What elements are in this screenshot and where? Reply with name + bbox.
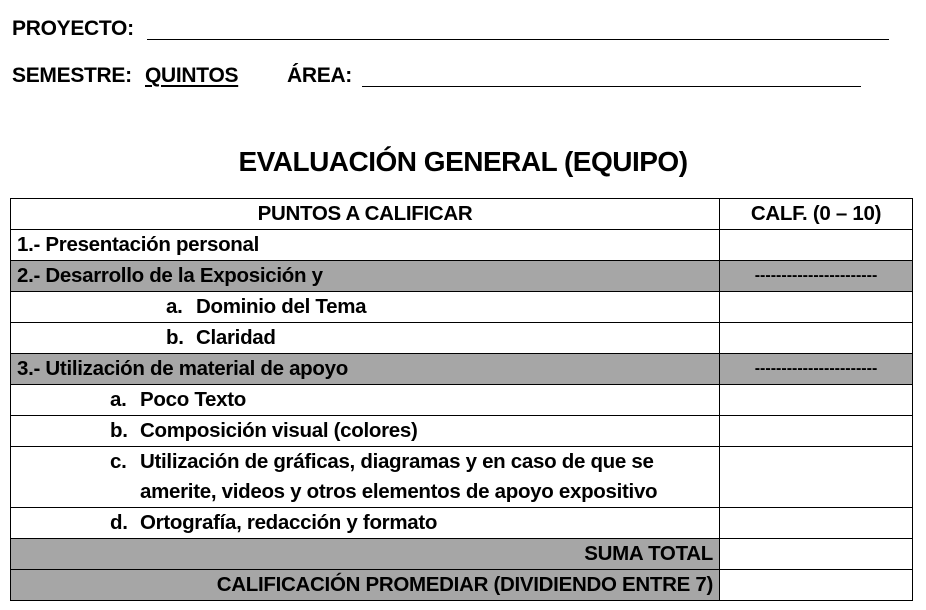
semestre-label: SEMESTRE: bbox=[12, 64, 132, 87]
evaluation-table: PUNTOS A CALIFICAR CALF. (0 – 10) 1.- Pr… bbox=[10, 198, 913, 601]
sum-total-label: SUMA TOTAL bbox=[10, 538, 720, 570]
sum-total-cell[interactable] bbox=[719, 538, 913, 570]
criterion-label: 1.- Presentación personal bbox=[10, 229, 720, 261]
score-cell[interactable] bbox=[719, 415, 913, 447]
page-title: EVALUACIÓN GENERAL (EQUIPO) bbox=[238, 146, 688, 177]
item-marker: c. bbox=[110, 450, 127, 473]
score-cell[interactable] bbox=[719, 229, 913, 261]
table-row: d. Ortografía, redacción y formato bbox=[10, 507, 913, 539]
item-marker: d. bbox=[110, 511, 128, 534]
average-row: CALIFICACIÓN PROMEDIAR (DIVIDIENDO ENTRE… bbox=[10, 569, 913, 601]
total-row: SUMA TOTAL bbox=[10, 538, 913, 570]
table-row: c. Utilización de gráficas, diagramas y e… bbox=[10, 446, 913, 508]
score-cell[interactable] bbox=[719, 507, 913, 539]
criterion-label-line2: amerite, videos y otros elementos de apo… bbox=[140, 480, 658, 503]
criterion-label: Ortografía, redacción y formato bbox=[140, 511, 438, 534]
criterion-label: Claridad bbox=[196, 326, 276, 349]
column-header-score: CALF. (0 – 10) bbox=[719, 198, 913, 230]
score-cell[interactable] bbox=[719, 384, 913, 416]
item-marker: a. bbox=[166, 295, 183, 318]
table-row: 1.- Presentación personal bbox=[10, 229, 913, 261]
table-header-row: PUNTOS A CALIFICAR CALF. (0 – 10) bbox=[10, 198, 913, 230]
criterion-item: b. Composición visual (colores) bbox=[10, 415, 720, 447]
score-placeholder-dashes: ----------------------- bbox=[719, 353, 913, 385]
semestre-value: QUINTOS bbox=[145, 64, 239, 87]
table-row-section: 3.- Utilización de material de apoyo ---… bbox=[10, 353, 913, 385]
score-cell[interactable] bbox=[719, 322, 913, 354]
section-label: 3.- Utilización de material de apoyo bbox=[10, 353, 720, 385]
criterion-item: b. Claridad bbox=[10, 322, 720, 354]
criterion-label: Composición visual (colores) bbox=[140, 419, 418, 442]
table-row: b. Composición visual (colores) bbox=[10, 415, 913, 447]
table-row-section: 2.- Desarrollo de la Exposición y ------… bbox=[10, 260, 913, 292]
table-row: a. Poco Texto bbox=[10, 384, 913, 416]
item-marker: b. bbox=[110, 419, 128, 442]
criterion-label: Poco Texto bbox=[140, 388, 246, 411]
score-placeholder-dashes: ----------------------- bbox=[719, 260, 913, 292]
score-cell[interactable] bbox=[719, 446, 913, 508]
criterion-item: a. Dominio del Tema bbox=[10, 291, 720, 323]
item-marker: a. bbox=[110, 388, 127, 411]
score-cell[interactable] bbox=[719, 291, 913, 323]
criterion-label-line1: Utilización de gráficas, diagramas y en … bbox=[140, 450, 654, 473]
criterion-label: Dominio del Tema bbox=[196, 295, 367, 318]
area-field-line[interactable] bbox=[362, 86, 861, 87]
area-label: ÁREA: bbox=[287, 64, 352, 87]
table-row: a. Dominio del Tema bbox=[10, 291, 913, 323]
item-marker: b. bbox=[166, 326, 184, 349]
criterion-item: d. Ortografía, redacción y formato bbox=[10, 507, 720, 539]
section-label: 2.- Desarrollo de la Exposición y bbox=[10, 260, 720, 292]
table-row: b. Claridad bbox=[10, 322, 913, 354]
average-grade-label: CALIFICACIÓN PROMEDIAR (DIVIDIENDO ENTRE… bbox=[10, 569, 720, 601]
proyecto-field-line[interactable] bbox=[147, 39, 889, 40]
average-grade-cell[interactable] bbox=[719, 569, 913, 601]
column-header-points: PUNTOS A CALIFICAR bbox=[10, 198, 720, 230]
criterion-item: c. Utilización de gráficas, diagramas y e… bbox=[10, 446, 720, 508]
proyecto-label: PROYECTO: bbox=[12, 17, 134, 40]
criterion-item: a. Poco Texto bbox=[10, 384, 720, 416]
